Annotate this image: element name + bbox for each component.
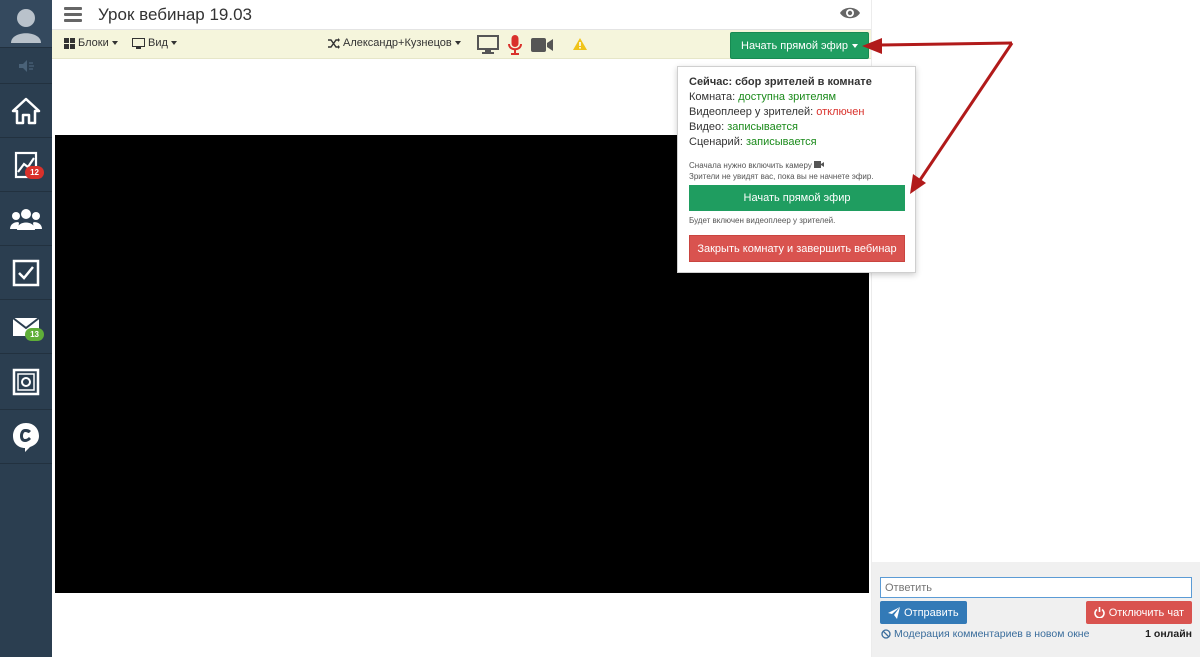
monitor-icon — [132, 37, 145, 49]
sidebar-item-tasks[interactable] — [0, 246, 52, 300]
chat-compose-area: Отправить Отключить чат Модерация коммен… — [872, 562, 1200, 657]
page-title: Урок вебинар 19.03 — [98, 5, 253, 24]
player-status: Видеоплеер у зрителей: отключен — [689, 105, 904, 120]
player-label: Видеоплеер у зрителей: — [689, 106, 814, 118]
screen-share-icon[interactable] — [477, 35, 499, 55]
view-dropdown[interactable]: Вид — [132, 37, 177, 49]
scenario-status: Сценарий: записывается — [689, 135, 904, 150]
chevron-down-icon — [111, 41, 118, 45]
chat-panel: Отправить Отключить чат Модерация коммен… — [871, 0, 1200, 657]
room-label: Комната: — [689, 91, 736, 103]
logo-icon — [13, 422, 39, 452]
viewers-hint: Зрители не увидят вас, пока вы не начнет… — [689, 172, 874, 181]
sidebar-item-safe[interactable] — [0, 354, 52, 410]
moderation-label: Модерация комментариев в новом окне — [894, 628, 1090, 640]
video-value: записывается — [727, 121, 798, 133]
send-icon — [888, 606, 900, 619]
start-live-button[interactable]: Начать прямой эфир — [730, 32, 869, 59]
stats-badge: 12 — [25, 166, 44, 179]
avatar-icon — [11, 8, 41, 43]
scenario-status-value: записывается — [745, 136, 817, 148]
live-status-popover: Сейчас: сбор зрителей в комнате Комната:… — [677, 66, 916, 273]
status-heading: Сейчас: сбор зрителей в комнате — [689, 76, 872, 88]
popover-start-live-button[interactable]: Начать прямой эфир — [689, 185, 905, 211]
camera-icon[interactable] — [530, 37, 554, 53]
view-label: Вид — [148, 37, 168, 49]
sidebar-item-mail[interactable]: 13 — [0, 300, 52, 354]
room-value: доступна зрителям — [738, 91, 837, 103]
eye-icon[interactable] — [839, 5, 861, 21]
video-status: Видео: записывается — [689, 120, 904, 135]
speaker-icon — [19, 59, 34, 72]
camera-hint: Сначала нужно включить камеру — [689, 160, 904, 171]
room-status: Комната: доступна зрителям — [689, 90, 904, 105]
camera-icon — [814, 161, 825, 168]
menu-line — [64, 13, 82, 16]
users-icon — [10, 208, 42, 230]
close-room-button[interactable]: Закрыть комнату и завершить вебинар — [689, 235, 905, 262]
scenario-status-label: Сценарий: — [689, 136, 743, 148]
microphone-icon[interactable] — [508, 34, 522, 56]
ban-icon — [881, 629, 891, 639]
send-button[interactable]: Отправить — [880, 601, 967, 624]
online-count: 1 онлайн — [1145, 628, 1192, 640]
blocks-dropdown[interactable]: Блоки — [64, 37, 118, 49]
chevron-down-icon — [454, 41, 461, 45]
player-value: отключен — [816, 106, 865, 118]
start-live-label: Начать прямой эфир — [741, 39, 848, 52]
mail-badge: 13 — [25, 328, 44, 341]
toolbar: Блоки Вид Александр+Кузнецов Начать прям… — [52, 30, 871, 59]
reply-input[interactable] — [880, 577, 1192, 598]
title-bar: Урок вебинар 19.03 — [52, 0, 871, 30]
shuffle-icon — [328, 37, 340, 49]
chevron-down-icon — [170, 41, 177, 45]
tasks-icon — [12, 259, 40, 286]
warning-icon[interactable] — [572, 37, 588, 51]
home-icon — [11, 97, 41, 124]
grid-icon — [64, 37, 75, 49]
camera-hint-text: Сначала нужно включить камеру — [689, 161, 812, 170]
hamburger-menu-button[interactable] — [64, 4, 82, 24]
scenario-dropdown[interactable]: Александр+Кузнецов — [328, 37, 461, 49]
sidebar-item-logo[interactable] — [0, 410, 52, 464]
disable-chat-button[interactable]: Отключить чат — [1085, 601, 1192, 624]
moderation-link[interactable]: Модерация комментариев в новом окне — [881, 628, 1089, 640]
sidebar-item-home[interactable] — [0, 84, 52, 138]
menu-line — [64, 19, 82, 22]
safe-icon — [12, 368, 40, 395]
scenario-label: Александр+Кузнецов — [343, 37, 452, 49]
chevron-down-icon — [851, 43, 858, 48]
disable-chat-label: Отключить чат — [1108, 606, 1184, 619]
video-label: Видео: — [689, 121, 725, 133]
player-note: Будет включен видеоплеер у зрителей. — [689, 216, 836, 225]
sidebar-item-users[interactable] — [0, 192, 52, 246]
blocks-label: Блоки — [78, 37, 109, 49]
power-icon — [1093, 607, 1105, 618]
sidebar-item-stats[interactable]: 12 — [0, 138, 52, 192]
menu-line — [64, 7, 82, 10]
left-sidebar: 12 13 — [0, 0, 52, 657]
send-label: Отправить — [904, 606, 959, 619]
sound-toggle[interactable] — [0, 48, 52, 84]
user-avatar[interactable] — [0, 0, 52, 48]
